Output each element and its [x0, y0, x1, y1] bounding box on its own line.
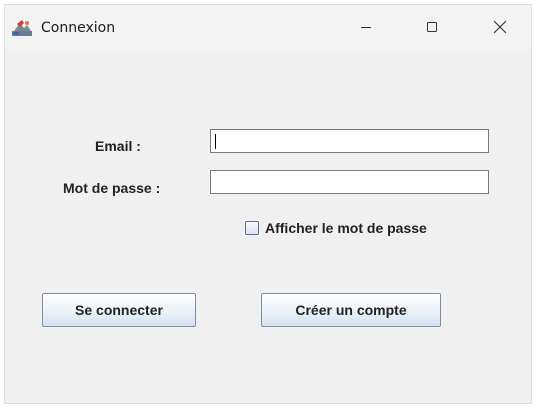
- minimize-button[interactable]: [343, 13, 389, 45]
- text-caret: [215, 134, 216, 149]
- email-label: Email :: [95, 138, 141, 154]
- password-field[interactable]: [210, 170, 489, 194]
- create-account-button[interactable]: Créer un compte: [261, 293, 441, 327]
- show-password-label[interactable]: Afficher le mot de passe: [265, 220, 427, 236]
- title-bar[interactable]: Connexion: [5, 5, 531, 51]
- minimize-icon: [360, 20, 372, 38]
- java-app-icon: [11, 19, 33, 37]
- login-window: Connexion Email : Mot de passe : Affiche…: [4, 4, 532, 404]
- password-label: Mot de passe :: [63, 180, 161, 196]
- close-icon: [493, 20, 507, 39]
- connect-button[interactable]: Se connecter: [42, 293, 196, 327]
- email-field[interactable]: [210, 129, 489, 153]
- window-title: Connexion: [41, 20, 116, 36]
- maximize-icon: [426, 20, 438, 38]
- show-password-checkbox[interactable]: [245, 221, 259, 235]
- close-button[interactable]: [477, 13, 523, 45]
- show-password-checkbox-row[interactable]: Afficher le mot de passe: [245, 220, 427, 236]
- maximize-button[interactable]: [409, 13, 455, 45]
